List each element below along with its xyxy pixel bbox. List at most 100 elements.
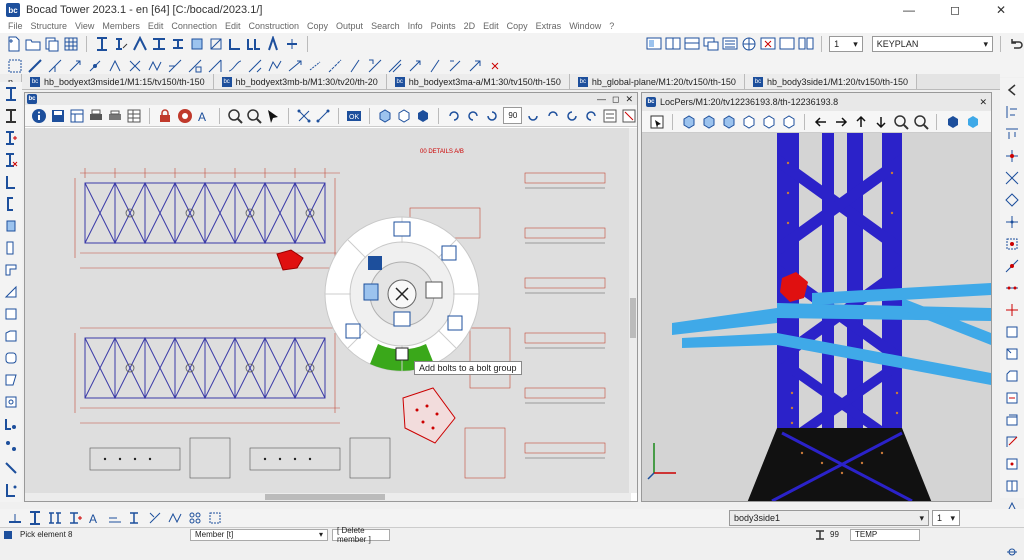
select-cross-icon[interactable]: [126, 58, 143, 75]
select-x-icon[interactable]: [486, 58, 503, 75]
cut-icon[interactable]: [146, 510, 163, 527]
menu-edit-3[interactable]: Edit: [479, 20, 503, 33]
arrow-left-icon[interactable]: [1004, 82, 1020, 98]
window-tile-icon[interactable]: [665, 36, 681, 53]
select-diag3-icon[interactable]: [326, 58, 343, 75]
maximize-button[interactable]: ◻: [932, 0, 978, 20]
select-crosshair-icon[interactable]: [6, 58, 23, 75]
select-back-icon[interactable]: [386, 58, 403, 75]
cube-top-icon[interactable]: [760, 113, 777, 130]
weld-mark-icon[interactable]: [166, 510, 183, 527]
rotate-up-icon[interactable]: [484, 107, 500, 124]
menu-copy[interactable]: Copy: [303, 20, 332, 33]
globe-icon[interactable]: [741, 36, 757, 53]
bolt-list-icon[interactable]: [3, 438, 19, 454]
lock-icon[interactable]: [157, 107, 173, 124]
menu-view[interactable]: View: [71, 20, 98, 33]
node-add-icon[interactable]: [1004, 214, 1020, 230]
scale-select[interactable]: 1 ▾: [829, 36, 863, 52]
bolt-pattern-icon[interactable]: [186, 510, 203, 527]
cube-bottom-icon[interactable]: [780, 113, 797, 130]
nodes-2-icon[interactable]: [315, 107, 331, 124]
node-line-icon[interactable]: [1004, 258, 1020, 274]
node-icon[interactable]: [1004, 148, 1020, 164]
select-slash-icon[interactable]: [346, 58, 363, 75]
menu-members[interactable]: Members: [98, 20, 144, 33]
drawing-vertical-scrollbar[interactable]: [629, 128, 637, 493]
undo-icon[interactable]: [1008, 36, 1024, 53]
zoom-in-icon[interactable]: [227, 107, 243, 124]
plate-node-icon[interactable]: [1004, 456, 1020, 472]
rotate-b-icon[interactable]: [544, 107, 560, 124]
minimize-button[interactable]: —: [886, 0, 932, 20]
drawing-horizontal-scrollbar[interactable]: [25, 493, 631, 501]
plate-poly-icon[interactable]: [3, 328, 19, 344]
menu-output[interactable]: Output: [332, 20, 367, 33]
open-copy-icon[interactable]: [44, 36, 60, 53]
plate-edit-icon[interactable]: [208, 36, 224, 53]
tab-3[interactable]: bc hb_bodyext3ma-a/M1:30/tv150/th-150: [386, 74, 570, 89]
menu-search[interactable]: Search: [367, 20, 404, 33]
select-curve-icon[interactable]: [226, 58, 243, 75]
color-settings-icon[interactable]: [177, 107, 193, 124]
screen-layout-icon[interactable]: [646, 36, 662, 53]
plate-bevel-icon[interactable]: [1004, 368, 1020, 384]
ibeam-move-icon[interactable]: [126, 510, 143, 527]
status-mode-select[interactable]: Member [t] ▾: [190, 528, 328, 541]
angle-pair-icon[interactable]: [246, 36, 262, 53]
menu-window[interactable]: Window: [565, 20, 605, 33]
select-box-icon[interactable]: [186, 58, 203, 75]
drawing-maximize-button[interactable]: ◻: [612, 94, 619, 105]
view-select[interactable]: KEYPLAN ▾: [871, 36, 994, 52]
bracket-angle-icon[interactable]: [3, 482, 19, 498]
select-join-icon[interactable]: [446, 58, 463, 75]
radial-inner-icon[interactable]: [368, 256, 382, 270]
node-dist-icon[interactable]: [1004, 280, 1020, 296]
menu-edit-2[interactable]: Edit: [221, 20, 245, 33]
radial-plate2-icon[interactable]: [393, 311, 411, 327]
measure-icon[interactable]: [6, 510, 23, 527]
plate-round-icon[interactable]: [3, 350, 19, 366]
window-group-icon[interactable]: [798, 36, 814, 53]
cube-back-icon[interactable]: [700, 113, 717, 130]
window-split-icon[interactable]: [684, 36, 700, 53]
view-list-icon[interactable]: [602, 107, 618, 124]
open-folder-icon[interactable]: [25, 36, 41, 53]
model-3d-view[interactable]: [642, 133, 991, 501]
member-ibeam-icon[interactable]: [94, 36, 110, 53]
menu-construction[interactable]: Construction: [244, 20, 303, 33]
cube-solid-icon[interactable]: [415, 107, 431, 124]
print-icon[interactable]: [88, 107, 104, 124]
node-plus-icon[interactable]: [1004, 302, 1020, 318]
menu-extras[interactable]: Extras: [532, 20, 566, 33]
radial-bolt-icon[interactable]: [447, 315, 463, 331]
select-slash2-icon[interactable]: [426, 58, 443, 75]
drawing-close-button[interactable]: ✕: [625, 94, 633, 105]
window-close-icon[interactable]: [760, 36, 776, 53]
zoom-out-icon[interactable]: [912, 113, 929, 130]
ibeam-delete-icon[interactable]: [3, 152, 19, 168]
frame-icon[interactable]: [206, 510, 223, 527]
cube-right-icon[interactable]: [740, 113, 757, 130]
radial-member-icon[interactable]: [363, 283, 379, 301]
cube-plan-icon[interactable]: [396, 107, 412, 124]
table-icon[interactable]: [126, 107, 142, 124]
align-left-icon[interactable]: [1004, 104, 1020, 120]
arrow-left-icon[interactable]: [812, 113, 829, 130]
print-stack-icon[interactable]: [107, 107, 123, 124]
connection-3-icon[interactable]: [1004, 544, 1020, 560]
select-ext-icon[interactable]: [246, 58, 263, 75]
text-style-icon[interactable]: A: [196, 107, 212, 124]
rotate-left-icon[interactable]: [446, 107, 462, 124]
plate-bent-icon[interactable]: [3, 262, 19, 278]
menu-file[interactable]: File: [4, 20, 27, 33]
pointer-icon[interactable]: [265, 107, 281, 124]
select-arrow-icon[interactable]: [66, 58, 83, 75]
ibeam-double-icon[interactable]: [46, 510, 63, 527]
arrow-down-icon[interactable]: [872, 113, 889, 130]
align-top-icon[interactable]: [1004, 126, 1020, 142]
ibeam-icon[interactable]: [3, 86, 19, 102]
arrow-right-icon[interactable]: [832, 113, 849, 130]
view-cursor-icon[interactable]: [648, 113, 665, 130]
select-lasso-icon[interactable]: [306, 58, 323, 75]
